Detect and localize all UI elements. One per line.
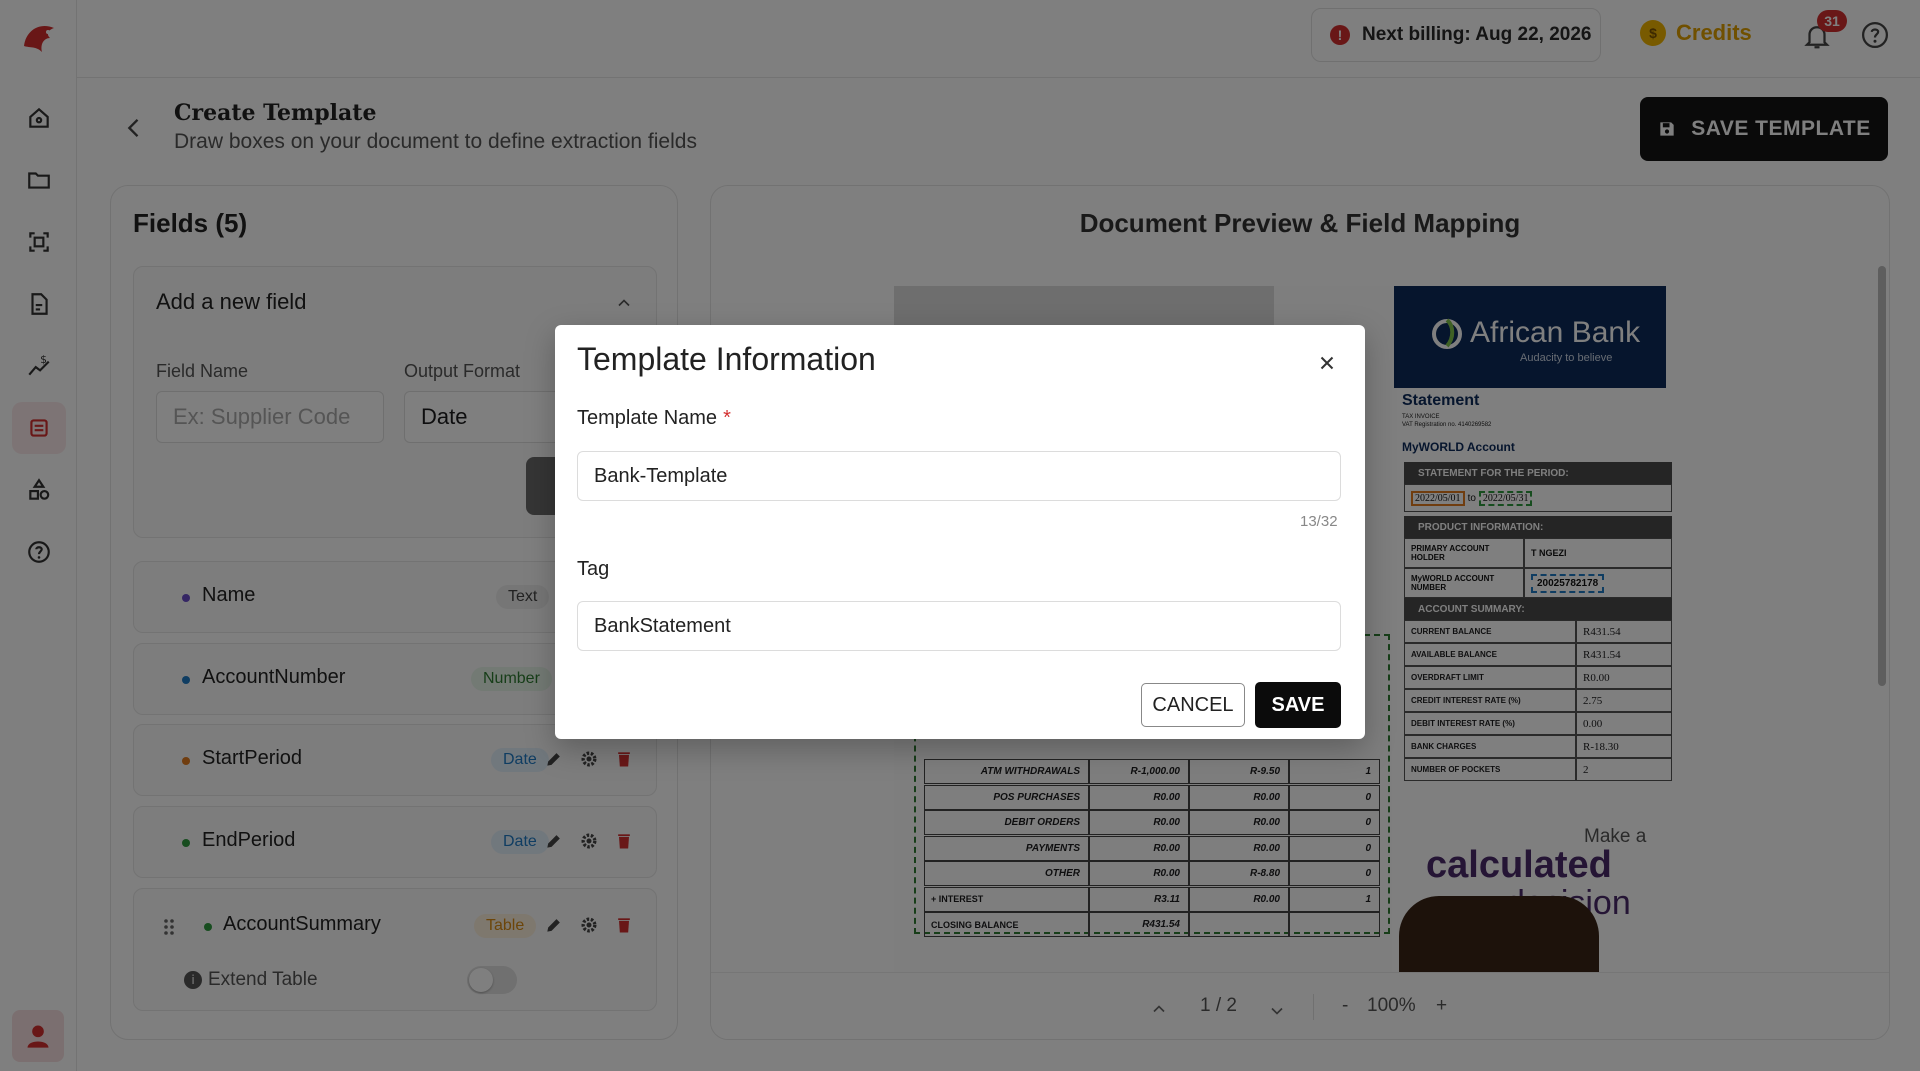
tag-label: Tag bbox=[577, 558, 610, 580]
template-info-dialog: Template Information Template Name * Bank… bbox=[555, 325, 1365, 739]
close-icon[interactable] bbox=[1316, 352, 1338, 374]
cancel-button[interactable]: CANCEL bbox=[1141, 683, 1245, 727]
save-button[interactable]: SAVE bbox=[1255, 682, 1341, 728]
tag-input[interactable]: BankStatement bbox=[577, 601, 1341, 651]
dialog-title: Template Information bbox=[577, 341, 876, 377]
character-counter: 13/32 bbox=[1300, 513, 1338, 530]
template-name-label-text: Template Name bbox=[577, 407, 718, 429]
required-marker: * bbox=[723, 407, 731, 429]
template-name-input[interactable]: Bank-Template bbox=[577, 451, 1341, 501]
template-name-label: Template Name * bbox=[577, 407, 731, 430]
